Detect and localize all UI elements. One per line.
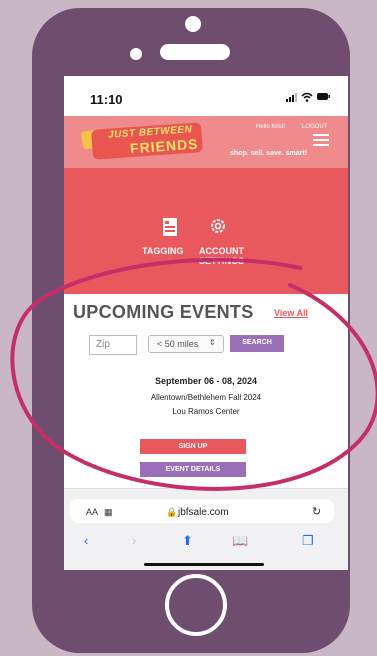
reader-aa-button[interactable]: AA <box>86 507 98 517</box>
account-settings-line2: SETTINGS <box>199 256 245 266</box>
event-venue: Lou Ramos Center <box>172 407 240 416</box>
url-text: jbfsale.com <box>178 507 229 518</box>
event-details-button[interactable]: EVENT DETAILS <box>140 462 246 477</box>
puzzle-icon[interactable]: ▦ <box>104 507 113 518</box>
account-menu-band: TAGGING ACCOUNT SETTINGS <box>64 168 348 294</box>
speaker-grille <box>160 44 230 60</box>
event-date: September 06 - 08, 2024 <box>154 376 258 386</box>
event-name: Allentown/Bethlehem Fall 2024 <box>150 393 262 402</box>
view-all-link[interactable]: View All <box>274 308 308 318</box>
back-icon[interactable]: ‹ <box>84 533 88 548</box>
home-indicator <box>144 563 264 566</box>
jbf-logo[interactable]: JUST BETWEEN FRIENDS <box>80 120 210 160</box>
upcoming-events-title: UPCOMING EVENTS <box>73 302 254 322</box>
tag-icon[interactable] <box>163 218 177 236</box>
account-settings-line1: ACCOUNT <box>199 246 244 256</box>
browser-toolbar: AA ▦ 🔒 jbfsale.com ↻ ‹ › ⬆ 📖 ❐ <box>64 488 348 570</box>
gear-icon[interactable] <box>209 217 227 235</box>
chevron-updown-icon: ⇕ <box>209 338 216 347</box>
hamburger-menu-icon[interactable] <box>313 134 329 146</box>
status-icons <box>286 91 330 106</box>
forward-icon[interactable]: › <box>132 533 136 548</box>
logout-link[interactable]: LOGOUT <box>302 124 327 130</box>
phone-screen: 11:10 JUST BETWEEN FRIENDS Hello Kristi … <box>64 76 348 570</box>
search-button[interactable]: SEARCH <box>230 335 284 352</box>
distance-select[interactable]: < 50 miles ⇕ <box>148 335 224 353</box>
status-bar: 11:10 <box>64 76 348 118</box>
home-button[interactable] <box>165 574 227 636</box>
status-time: 11:10 <box>90 92 123 107</box>
share-icon[interactable]: ⬆ <box>182 533 193 549</box>
top-dot <box>185 16 201 32</box>
distance-value: < 50 miles <box>157 339 199 349</box>
zip-input[interactable]: Zip <box>89 335 137 355</box>
tabs-icon[interactable]: ❐ <box>302 533 314 549</box>
bookmarks-icon[interactable]: 📖 <box>232 533 248 549</box>
tagline: shop. sell. save. smart! <box>230 150 308 157</box>
sign-up-button[interactable]: SIGN UP <box>140 439 246 454</box>
front-camera <box>130 48 142 60</box>
logo-line2: FRIENDS <box>129 135 199 157</box>
site-header: JUST BETWEEN FRIENDS Hello Kristi LOGOUT… <box>64 116 348 168</box>
tagging-link[interactable]: TAGGING <box>142 246 183 256</box>
lock-icon: 🔒 <box>166 507 178 517</box>
greeting: Hello Kristi <box>256 124 285 130</box>
address-bar[interactable]: AA ▦ 🔒 jbfsale.com ↻ <box>70 499 334 523</box>
account-settings-link[interactable]: ACCOUNT SETTINGS <box>199 246 244 266</box>
reload-icon[interactable]: ↻ <box>312 505 321 518</box>
